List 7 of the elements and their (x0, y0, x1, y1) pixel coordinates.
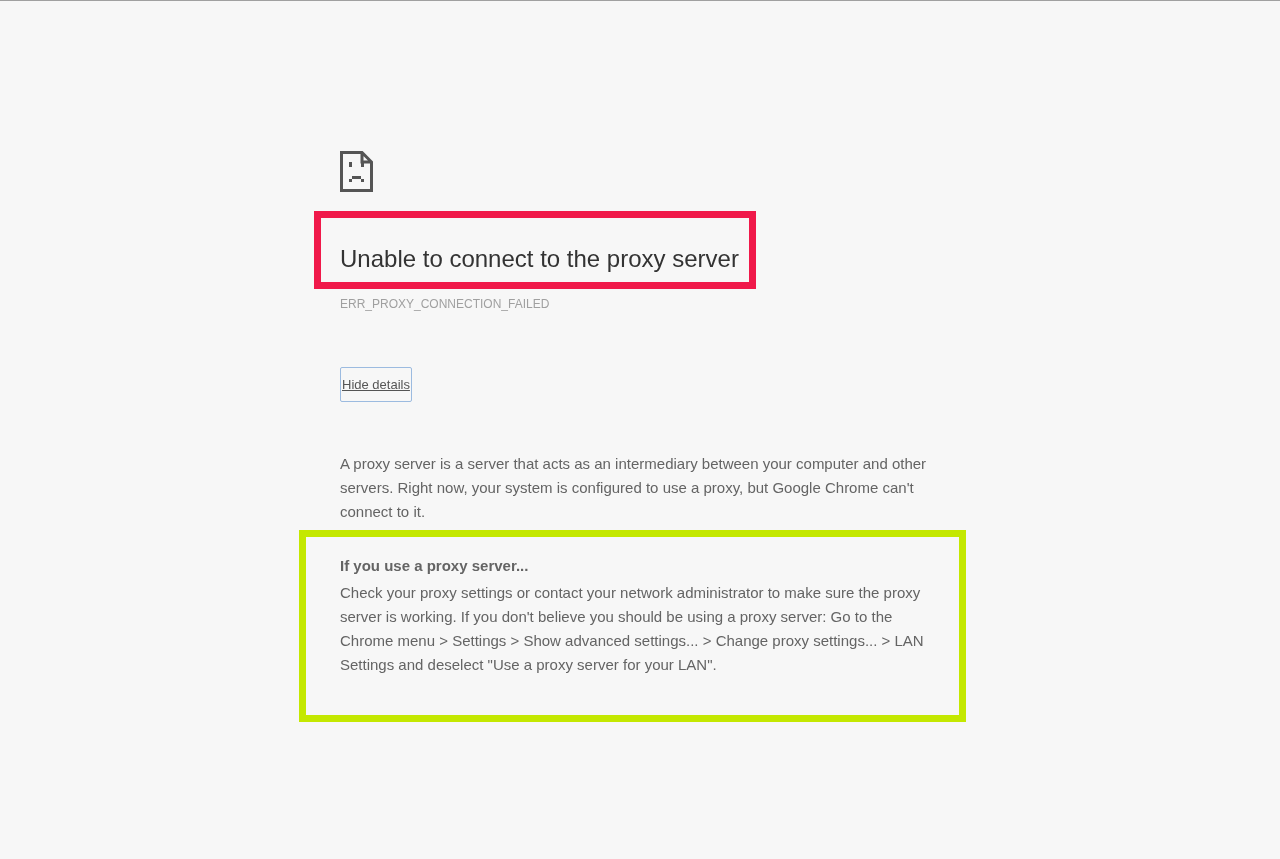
help-text: Check your proxy settings or contact your network administrator to make sure the proxy server is working. If you don't believe you should be using a proxy server: Go to the Chrome menu > Settings > Show advanced settings... > Change proxy settings... > LAN Settings and deselect "Use a proxy server for your LAN". (340, 583, 925, 675)
sad-page-icon (340, 151, 373, 192)
help-title: If you use a proxy server... (340, 556, 530, 576)
error-heading: Unable to connect to the proxy server (340, 244, 739, 274)
error-code: ERR_PROXY_CONNECTION_FAILED (340, 297, 550, 311)
hide-details-button[interactable]: Hide details (340, 367, 412, 402)
explanation-text: A proxy server is a server that acts as an intermediary between your computer and other servers. Right now, your system is configured to use a proxy, but Google Chrome can't connect to it. (340, 454, 928, 522)
